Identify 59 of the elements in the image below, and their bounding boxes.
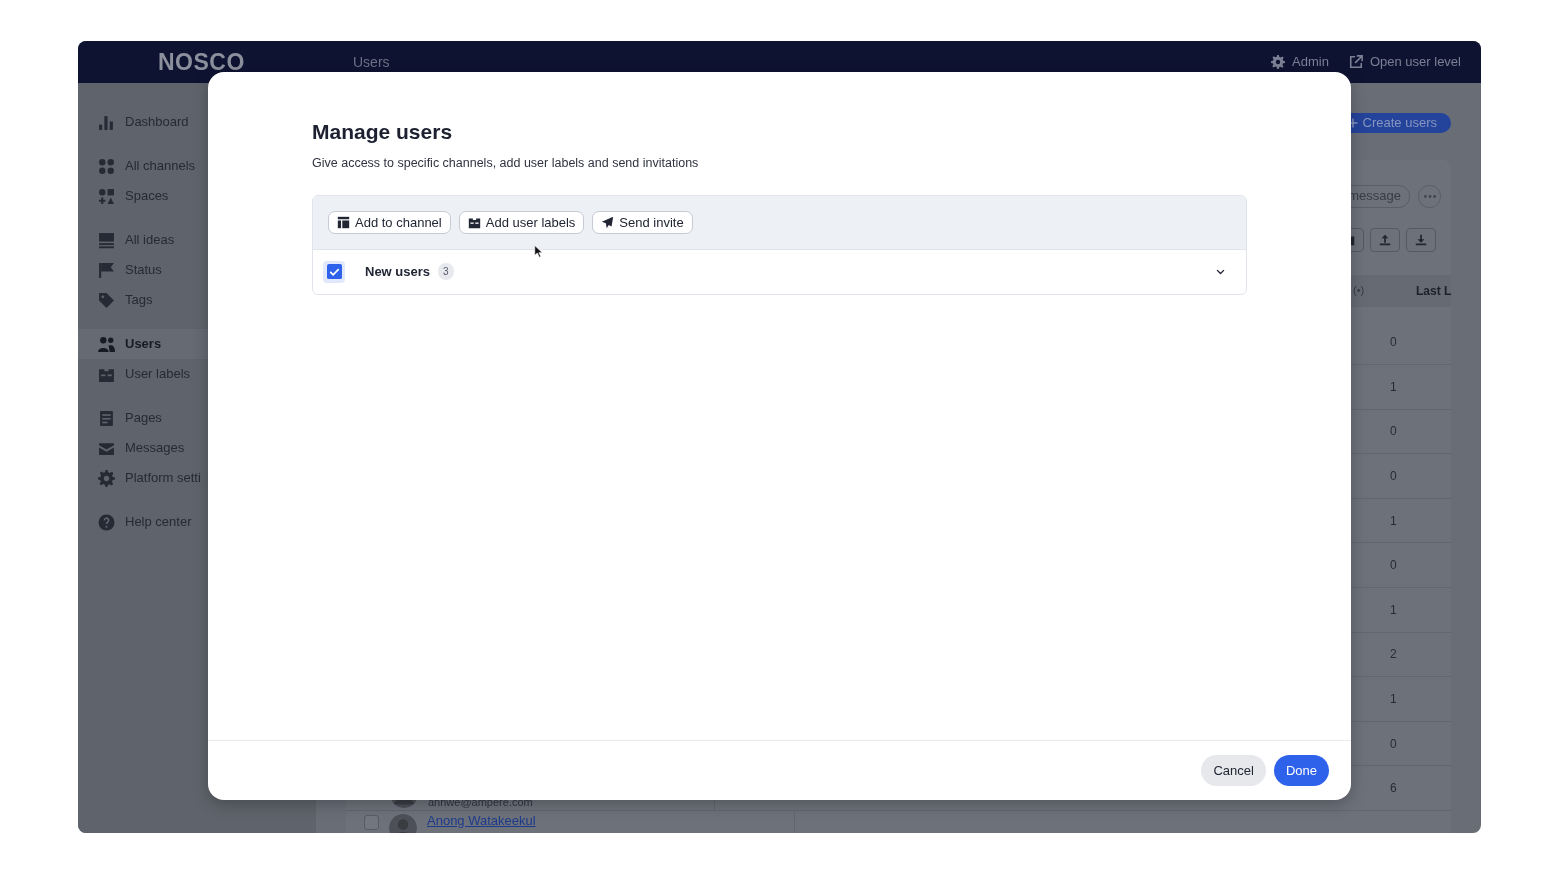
column-header: Last L <box>1416 282 1451 300</box>
download-button[interactable] <box>1406 227 1436 252</box>
table-cell-text: 0 <box>1389 557 1398 575</box>
more-button[interactable] <box>1418 184 1441 208</box>
sidebar-item[interactable]: Status <box>78 255 316 285</box>
action-button[interactable]: Add user labels <box>458 210 585 234</box>
sidebar-item[interactable]: Help center <box>78 507 316 537</box>
sidebar-item[interactable]: Platform setti <box>78 463 316 493</box>
page-icon <box>98 409 115 427</box>
layout-icon <box>337 215 350 229</box>
check-icon <box>326 264 342 280</box>
group-label: New users <box>365 263 431 282</box>
download-icon <box>1414 232 1428 247</box>
table-cell-text: 2 <box>1389 646 1398 664</box>
column-header: (•) <box>1353 283 1366 299</box>
modal-title: Manage users <box>312 119 454 145</box>
checkbox[interactable] <box>323 260 345 283</box>
tag-icon <box>98 291 115 309</box>
count-badge: 3 <box>438 263 454 281</box>
sidebar-item[interactable]: All ideas <box>78 225 316 255</box>
table-cell-text: 0 <box>1389 468 1398 486</box>
settings-icon <box>98 469 115 487</box>
header-link[interactable]: Open user level <box>1348 52 1461 72</box>
users-icon <box>98 335 115 353</box>
settings-icon <box>1271 55 1286 69</box>
flag-icon <box>98 261 115 279</box>
list-icon <box>98 231 115 249</box>
table-cell-text: 0 <box>1389 423 1398 441</box>
action-button[interactable]: Add to channel <box>328 210 451 234</box>
table-cell-text: 1 <box>1389 378 1398 396</box>
bar-chart-icon <box>98 113 115 131</box>
table-cell-text: 0 <box>1389 735 1398 753</box>
shapes-icon <box>98 187 115 205</box>
send-icon <box>601 215 615 229</box>
grid-icon <box>98 157 115 175</box>
help-icon <box>98 513 115 531</box>
action-button[interactable]: Send invite <box>592 210 693 234</box>
sidebar-item[interactable]: Pages <box>78 403 316 433</box>
more-icon <box>1423 195 1436 199</box>
table-cell-text: 6 <box>1389 780 1398 798</box>
external-link-icon <box>1348 55 1363 69</box>
sidebar-item[interactable]: Tags <box>78 285 316 315</box>
modal-subtitle: Give access to specific channels, add user labels and send invitations <box>312 155 700 173</box>
row-checkbox[interactable] <box>364 815 379 831</box>
sidebar-item[interactable]: Messages <box>78 433 316 463</box>
label-icon <box>467 215 481 229</box>
done-button[interactable]: Done <box>1273 755 1329 786</box>
page-title: Users <box>353 52 390 72</box>
upload-icon <box>1378 232 1392 247</box>
table-cell-text: 0 <box>1389 334 1398 352</box>
table-cell-text: 1 <box>1389 512 1398 530</box>
table-cell-text: 1 <box>1389 691 1398 709</box>
sidebar-item[interactable]: Spaces <box>78 181 316 211</box>
cancel-button[interactable]: Cancel <box>1201 755 1266 786</box>
table-cell-text: 1 <box>1389 601 1398 619</box>
user-name-link[interactable]: Anong Watakeekul <box>427 814 536 828</box>
sidebar-item[interactable]: User labels <box>78 359 316 389</box>
header-link[interactable]: Admin <box>1271 52 1329 72</box>
upload-button[interactable] <box>1370 227 1400 252</box>
